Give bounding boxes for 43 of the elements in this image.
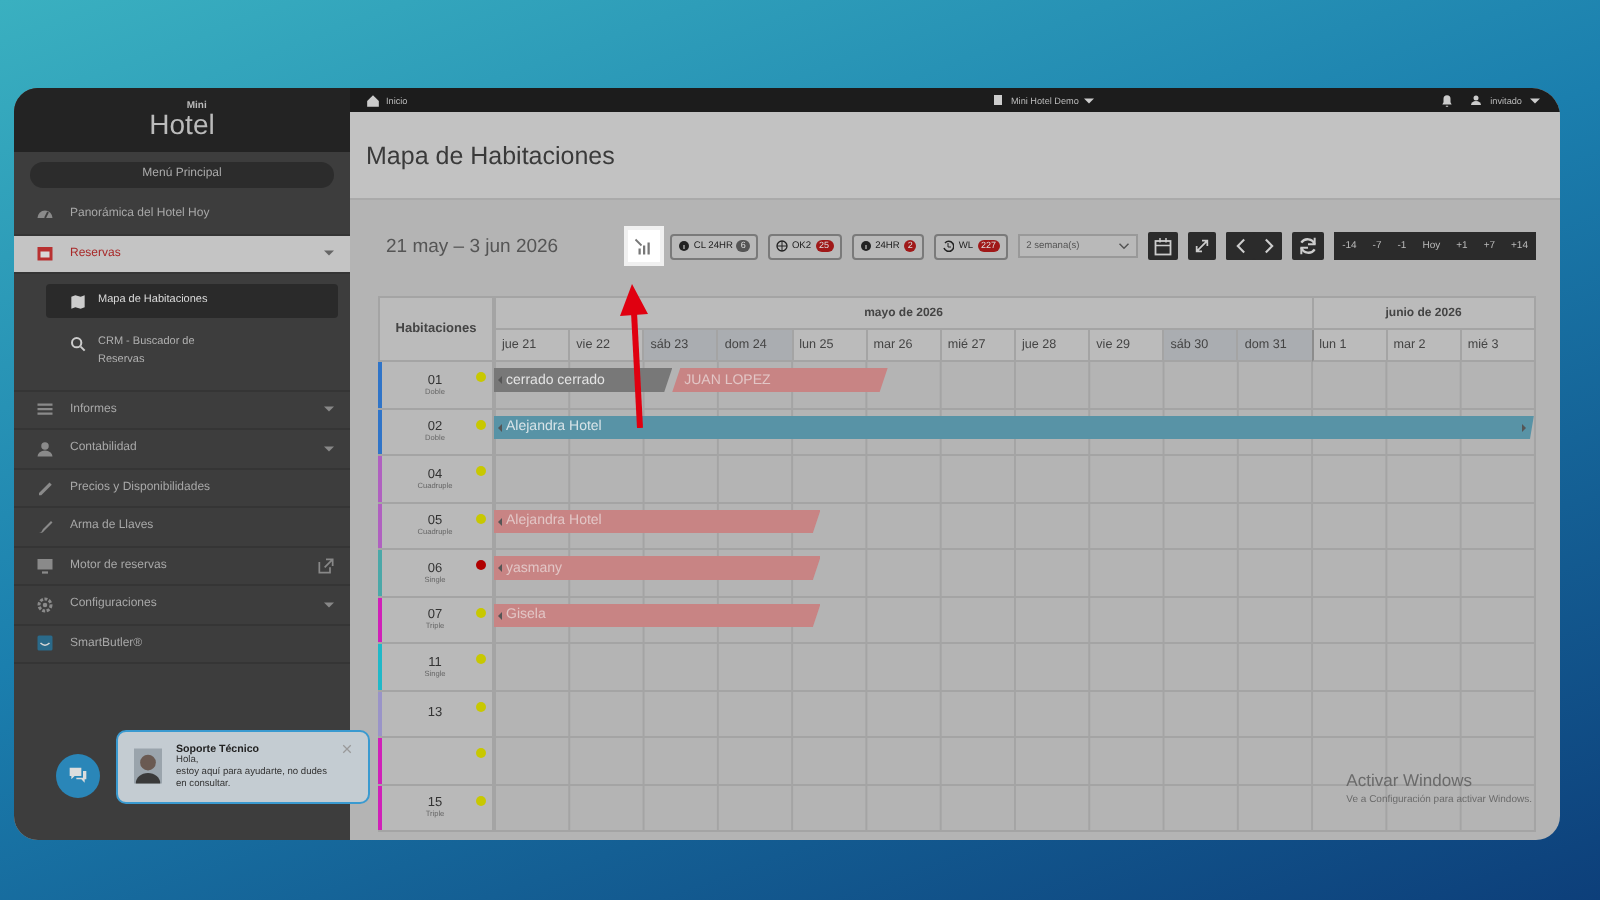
calendar-icon — [36, 244, 54, 263]
caret-icon — [324, 406, 334, 413]
refresh-icon — [1298, 236, 1319, 256]
history-icon — [942, 240, 955, 252]
chat-icon — [68, 766, 88, 786]
activation-title: Activar Windows — [1346, 770, 1474, 793]
chevron-left-icon — [1235, 238, 1246, 254]
person-icon — [36, 439, 54, 458]
calendar-button[interactable] — [1148, 232, 1179, 260]
monitor-icon — [36, 556, 54, 575]
bar-chart-icon — [634, 237, 653, 255]
expand-icon — [1194, 238, 1211, 254]
bell-icon[interactable] — [1440, 93, 1455, 107]
chart-button[interactable] — [627, 230, 660, 262]
info-icon — [677, 240, 690, 252]
info-icon — [859, 240, 872, 252]
search-icon — [70, 336, 86, 352]
chevron-right-icon — [1263, 238, 1274, 254]
expand-button[interactable] — [1188, 232, 1217, 260]
building-icon — [992, 94, 1005, 106]
home-icon — [366, 93, 380, 107]
caret-icon — [324, 445, 334, 452]
avatar-icon — [134, 748, 162, 784]
external-link-icon — [318, 557, 334, 574]
date-range: 21 may – 3 jun 2026 — [386, 235, 559, 257]
pencil-icon — [36, 478, 54, 497]
gauge-icon — [36, 205, 54, 224]
logo-hotel: Hotel — [149, 110, 215, 138]
page-title: Mapa de Habitaciones — [366, 141, 615, 169]
map-icon — [70, 294, 86, 310]
chevron-down-icon — [1118, 242, 1131, 250]
user-icon — [1470, 94, 1483, 106]
pointer-arrow — [618, 284, 650, 428]
gear-icon — [36, 595, 54, 614]
caret-icon — [1084, 97, 1095, 103]
globe-icon — [775, 240, 788, 252]
caret-icon — [324, 250, 334, 257]
brush-icon — [36, 517, 54, 536]
caret-icon — [324, 601, 334, 608]
caret-icon — [1530, 97, 1540, 103]
calendar-icon — [1154, 237, 1173, 255]
refresh-button[interactable] — [1292, 232, 1325, 260]
list-icon — [36, 400, 54, 419]
